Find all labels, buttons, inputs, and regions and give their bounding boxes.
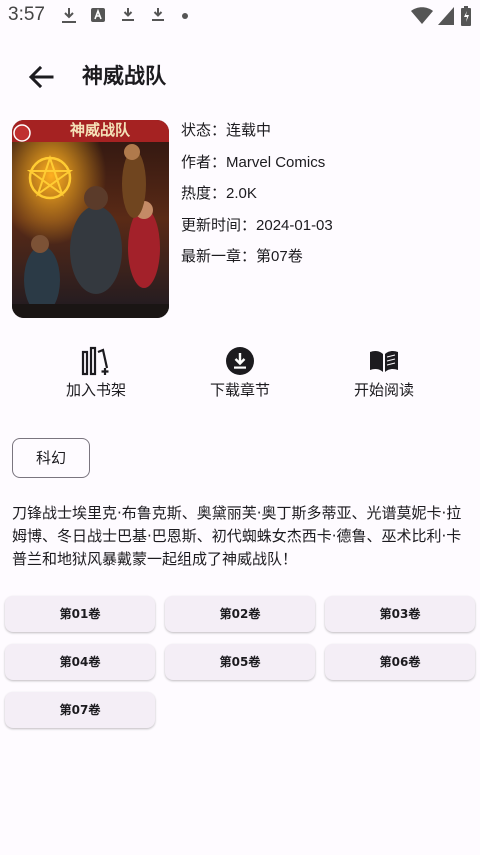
app-icon (91, 8, 105, 22)
info-updated-row: 更新时间：2024-01-03 (181, 213, 333, 245)
download-chapters-button[interactable]: 下载章节 (185, 346, 295, 400)
chapter-button[interactable]: 第05卷 (165, 644, 315, 680)
download-chapters-label: 下载章节 (209, 381, 270, 399)
tag-chip[interactable]: 科幻 (12, 438, 90, 478)
dot-icon (182, 13, 188, 19)
status-time: 3:57 (8, 4, 45, 25)
chapter-button[interactable]: 第04卷 (5, 644, 155, 680)
start-reading-button[interactable]: 开始阅读 (329, 346, 439, 400)
info-label: 状态： (181, 121, 227, 139)
page-title: 神威战队 (82, 64, 166, 88)
info-value: Marvel Comics (226, 153, 326, 171)
info-value: 2024-01-03 (256, 216, 333, 234)
info-value: 连载中 (226, 122, 272, 139)
cover-title: 神威战队 (70, 121, 131, 139)
status-bar: 3:57 (0, 0, 480, 32)
comic-description: 刀锋战士埃里克·布鲁克斯、奥黛丽芙·奥丁斯多蒂亚、光谱莫妮卡·拉姆博、冬日战士巴… (12, 504, 462, 568)
signal-icon (438, 7, 454, 25)
open-book-icon (370, 350, 398, 372)
chapter-button[interactable]: 第07卷 (5, 692, 155, 728)
info-value: 第07卷 (256, 248, 303, 265)
wifi-icon (411, 7, 433, 24)
battery-icon (461, 6, 471, 26)
chapter-button[interactable]: 第03卷 (325, 596, 475, 632)
add-to-shelf-button[interactable]: 加入书架 (41, 346, 151, 400)
comic-cover: 神威战队 (12, 120, 169, 318)
download-icon (122, 8, 134, 21)
info-value: 2.0K (226, 185, 257, 202)
chapter-button[interactable]: 第06卷 (325, 644, 475, 680)
info-label: 作者： (181, 152, 227, 171)
info-label: 热度： (181, 184, 227, 202)
info-status-row: 状态：连载中 (181, 118, 333, 150)
back-arrow-icon[interactable] (26, 62, 56, 92)
bookshelf-add-icon (81, 346, 109, 376)
comic-info: 状态：连载中 作者：Marvel Comics 热度：2.0K 更新时间：202… (181, 118, 333, 276)
download-circle-icon (226, 347, 254, 375)
info-author-row: 作者：Marvel Comics (181, 150, 333, 182)
info-label: 更新时间： (181, 215, 257, 234)
add-to-shelf-label: 加入书架 (65, 381, 126, 399)
chapter-button[interactable]: 第01卷 (5, 596, 155, 632)
chapter-button[interactable]: 第02卷 (165, 596, 315, 632)
download-icon (62, 8, 76, 23)
info-latest-row: 最新一章：第07卷 (181, 244, 333, 276)
info-label: 最新一章： (181, 247, 257, 265)
start-reading-label: 开始阅读 (353, 381, 414, 399)
download-icon (152, 8, 164, 21)
info-popularity-row: 热度：2.0K (181, 181, 333, 213)
